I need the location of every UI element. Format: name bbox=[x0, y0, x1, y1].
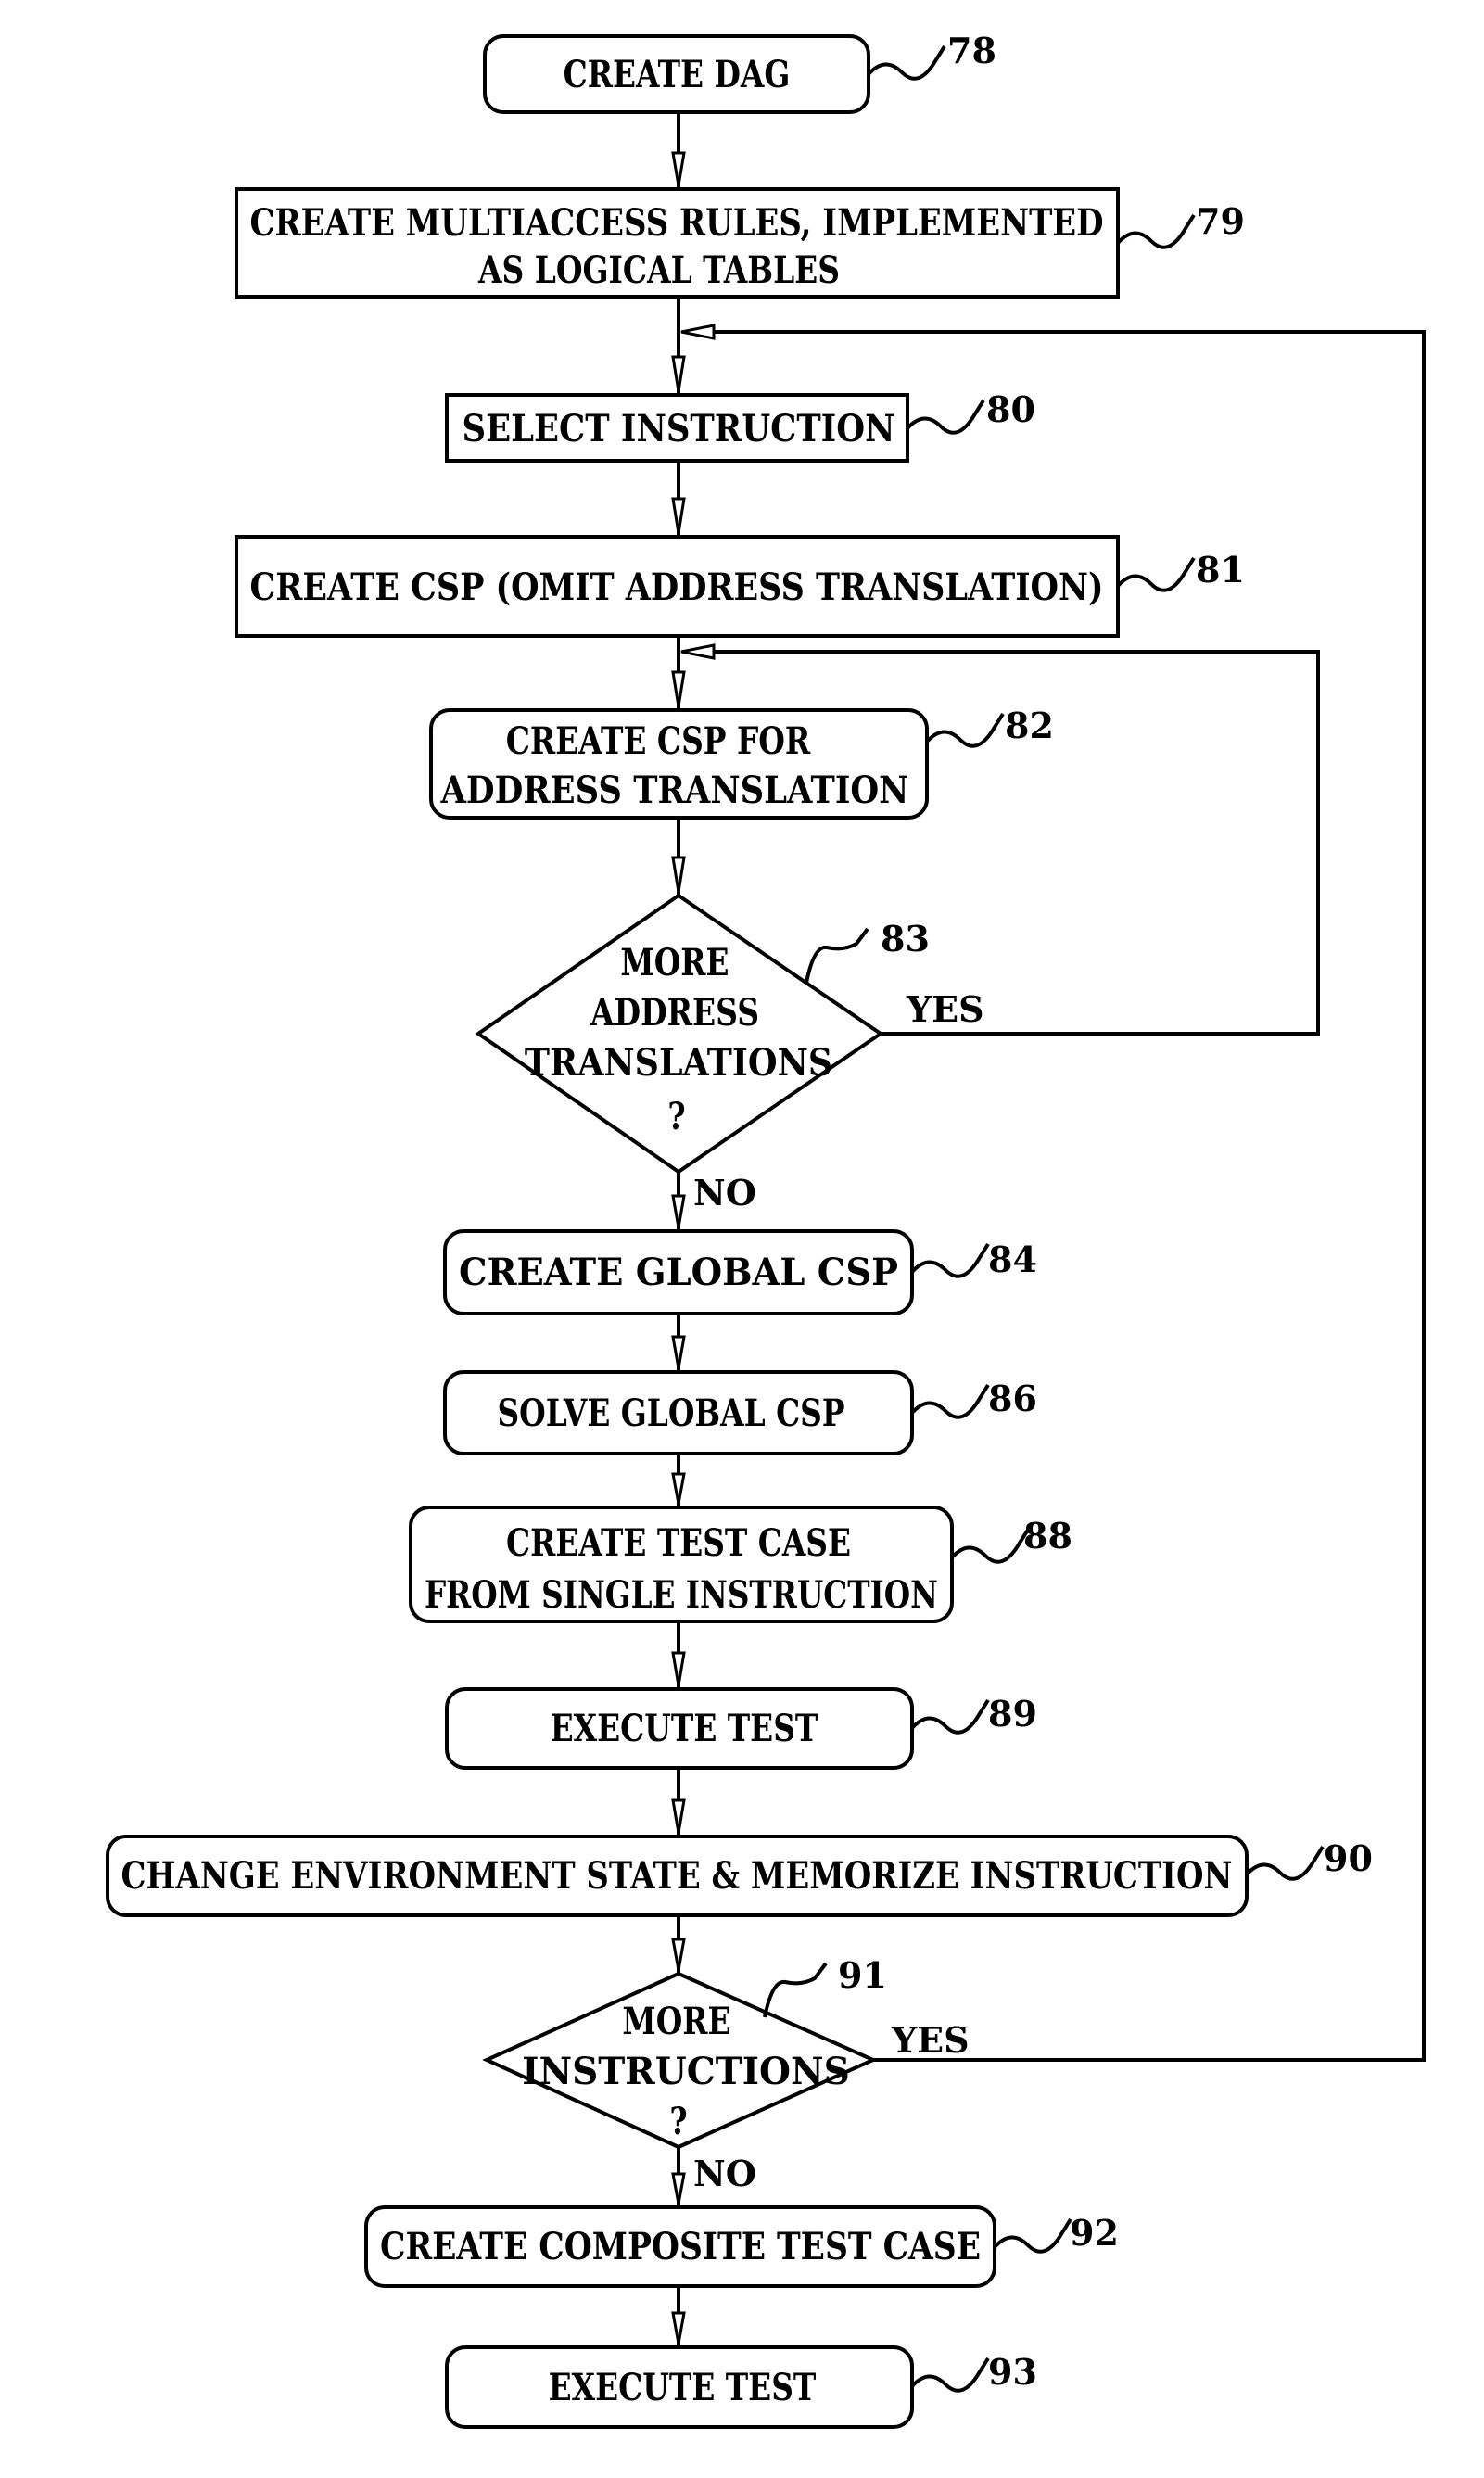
ref-number: 91 bbox=[838, 1954, 887, 1996]
step-80: SELECT INSTRUCTION bbox=[445, 393, 909, 463]
step-88: CREATE TEST CASE FROM SINGLE INSTRUCTION bbox=[409, 1506, 954, 1623]
reference-labels: 78 79 80 81 82 83 84 86 88 89 90 91 92 9… bbox=[763, 30, 1373, 2393]
ref-number: 79 bbox=[1196, 200, 1245, 242]
arrowhead-down-icon bbox=[671, 856, 686, 893]
ref-number: 80 bbox=[986, 388, 1035, 430]
leader-squiggle bbox=[906, 399, 985, 435]
leader-squiggle bbox=[805, 927, 869, 984]
step-label: ADDRESS bbox=[590, 991, 759, 1035]
step-83: MORE ADDRESS TRANSLATIONS ? bbox=[475, 893, 884, 1175]
step-89: EXECUTE TEST bbox=[445, 1687, 914, 1770]
step-91: MORE INSTRUCTIONS ? bbox=[482, 1971, 878, 2150]
leader-squiggle bbox=[910, 1242, 990, 1278]
ref-number: 88 bbox=[1023, 1515, 1072, 1557]
arrowhead-down-icon bbox=[671, 1335, 686, 1369]
step-93: EXECUTE TEST bbox=[445, 2345, 914, 2429]
ref-number: 82 bbox=[1005, 705, 1054, 746]
ref-number: 86 bbox=[988, 1378, 1037, 1419]
arrowhead-left-icon bbox=[680, 643, 716, 660]
step-92: CREATE COMPOSITE TEST CASE bbox=[364, 2205, 996, 2288]
ref-number: 78 bbox=[947, 30, 996, 71]
arrowhead-down-icon bbox=[671, 1651, 686, 1686]
step-label: ? bbox=[669, 2100, 687, 2143]
step-label: FROM SINGLE INSTRUCTION bbox=[425, 1573, 938, 1617]
step-label: CREATE COMPOSITE TEST CASE bbox=[380, 2225, 981, 2268]
step-label: ADDRESS TRANSLATION bbox=[440, 769, 909, 812]
step-label: INSTRUCTIONS bbox=[522, 2050, 849, 2093]
leader-squiggle bbox=[950, 1528, 1030, 1564]
step-label: CHANGE ENVIRONMENT STATE & MEMORIZE INST… bbox=[121, 1854, 1233, 1898]
step-label: SELECT INSTRUCTION bbox=[463, 407, 895, 451]
step-79: CREATE MULTIACCESS RULES, IMPLEMENTED AS… bbox=[235, 187, 1120, 299]
step-84: CREATE GLOBAL CSP bbox=[443, 1229, 914, 1315]
step-label: MORE bbox=[622, 2000, 730, 2043]
arrowhead-down-icon bbox=[671, 1798, 686, 1834]
step-90: CHANGE ENVIRONMENT STATE & MEMORIZE INST… bbox=[106, 1835, 1249, 1917]
branch-label-83-no: NO bbox=[693, 1172, 756, 1214]
arrowhead-down-icon bbox=[671, 497, 686, 534]
arrowhead-down-icon bbox=[671, 670, 686, 707]
ref-number: 83 bbox=[881, 918, 930, 959]
ref-number: 81 bbox=[1196, 549, 1245, 591]
step-label: CREATE TEST CASE bbox=[506, 1521, 851, 1565]
step-label: ? bbox=[667, 1095, 685, 1138]
ref-number: 90 bbox=[1324, 1837, 1373, 1879]
step-86: SOLVE GLOBAL CSP bbox=[443, 1370, 914, 1455]
step-label: AS LOGICAL TABLES bbox=[477, 248, 840, 292]
arrowhead-down-icon bbox=[671, 2172, 686, 2205]
arrowhead-down-icon bbox=[671, 355, 686, 392]
arrowhead-down-icon bbox=[671, 151, 686, 186]
ref-number: 92 bbox=[1070, 2212, 1119, 2254]
leader-squiggle bbox=[910, 2357, 990, 2393]
step-label: MORE bbox=[620, 941, 729, 985]
step-82: CREATE CSP FOR ADDRESS TRANSLATION bbox=[429, 708, 929, 820]
step-label: EXECUTE TEST bbox=[551, 1707, 818, 1750]
arrowhead-down-icon bbox=[671, 2311, 686, 2345]
arrowhead-down-icon bbox=[671, 1938, 686, 1971]
ref-number: 89 bbox=[988, 1693, 1037, 1735]
leader-squiggle bbox=[1116, 213, 1196, 249]
step-78: CREATE DAG bbox=[483, 34, 870, 114]
branch-label-83-yes: YES bbox=[906, 988, 984, 1030]
step-label: CREATE MULTIACCESS RULES, IMPLEMENTED bbox=[250, 201, 1104, 245]
step-label: CREATE CSP FOR bbox=[506, 719, 811, 763]
leader-squiggle bbox=[1116, 556, 1196, 592]
branch-label-91-no: NO bbox=[693, 2153, 756, 2194]
step-label: CREATE GLOBAL CSP bbox=[459, 1251, 898, 1294]
leader-squiggle bbox=[763, 1962, 828, 2018]
leader-squiggle bbox=[867, 44, 946, 81]
leader-squiggle bbox=[993, 2217, 1072, 2254]
step-label: CREATE DAG bbox=[564, 53, 791, 96]
ref-number: 84 bbox=[988, 1239, 1037, 1280]
arrowhead-left-icon bbox=[680, 324, 716, 340]
leader-squiggle bbox=[1245, 1845, 1325, 1881]
leader-squiggle bbox=[925, 712, 1005, 748]
step-label: SOLVE GLOBAL CSP bbox=[497, 1391, 844, 1435]
flowchart: CREATE DAG CREATE MULTIACCESS RULES, IMP… bbox=[106, 30, 1426, 2429]
leader-squiggle bbox=[910, 1698, 990, 1735]
ref-number: 93 bbox=[988, 2351, 1037, 2393]
step-label: EXECUTE TEST bbox=[549, 2366, 817, 2409]
step-81: CREATE CSP (OMIT ADDRESS TRANSLATION) bbox=[235, 535, 1120, 638]
step-label: CREATE CSP (OMIT ADDRESS TRANSLATION) bbox=[250, 565, 1104, 609]
arrowhead-down-icon bbox=[671, 1472, 686, 1505]
branch-label-91-yes: YES bbox=[891, 2019, 970, 2061]
step-label: TRANSLATIONS bbox=[525, 1041, 832, 1085]
leader-squiggle bbox=[910, 1383, 990, 1419]
arrowhead-down-icon bbox=[671, 1194, 686, 1228]
